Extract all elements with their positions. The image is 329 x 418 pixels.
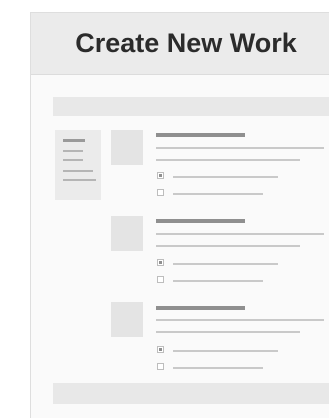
work-item-option-checkbox[interactable] — [157, 346, 164, 353]
work-item-option-checkbox[interactable] — [157, 276, 164, 283]
dialog-header: Create New Work — [31, 13, 329, 74]
toolbar-placeholder — [53, 97, 329, 116]
sidebar-item-4[interactable] — [63, 170, 93, 172]
work-item-option-label — [173, 263, 278, 265]
work-item-title-placeholder — [156, 306, 245, 310]
sidebar-item-1[interactable] — [63, 139, 85, 142]
work-item-text-line — [156, 159, 300, 161]
work-item-text-line — [156, 319, 324, 321]
sidebar-item-5[interactable] — [63, 179, 96, 181]
sidebar-item-2[interactable] — [63, 150, 83, 152]
work-item-text-line — [156, 147, 324, 149]
work-item-option-label — [173, 176, 278, 178]
work-item-thumbnail — [111, 216, 143, 251]
work-item-option-label — [173, 280, 263, 282]
work-item-thumbnail — [111, 130, 143, 165]
work-item-text-line — [156, 233, 324, 235]
work-item-option-checkbox[interactable] — [157, 189, 164, 196]
create-work-dialog: Create New Work — [30, 12, 329, 418]
sidebar-item-3[interactable] — [63, 159, 83, 161]
footer-placeholder — [53, 383, 329, 404]
sidebar-menu[interactable] — [55, 130, 101, 200]
work-item-option-label — [173, 193, 263, 195]
work-item-option-checkbox[interactable] — [157, 363, 164, 370]
work-item-option-checkbox[interactable] — [157, 259, 164, 266]
work-item-title-placeholder — [156, 133, 245, 137]
work-item-title-placeholder — [156, 219, 245, 223]
work-item-text-line — [156, 331, 300, 333]
work-item-thumbnail — [111, 302, 143, 337]
work-item-text-line — [156, 245, 300, 247]
work-item-option-label — [173, 367, 263, 369]
header-divider — [31, 74, 329, 75]
dialog-title: Create New Work — [75, 28, 297, 58]
work-item-option-checkbox[interactable] — [157, 172, 164, 179]
work-item-option-label — [173, 350, 278, 352]
